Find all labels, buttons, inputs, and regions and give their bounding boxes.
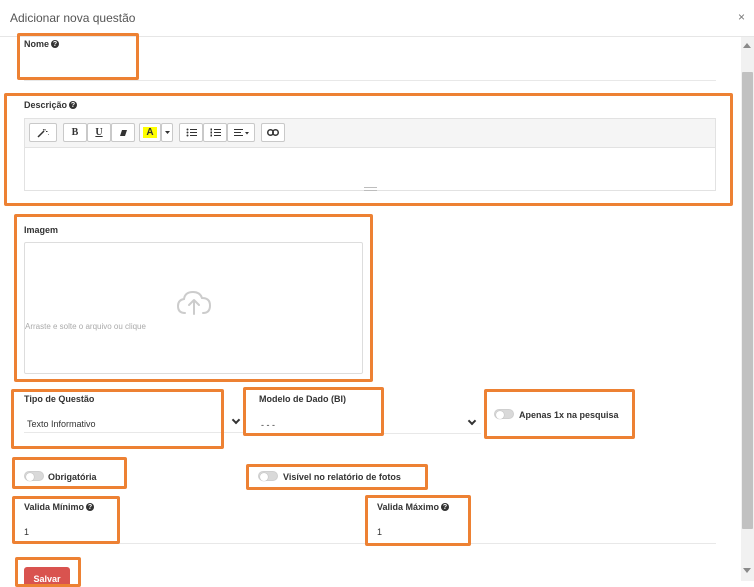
help-icon: ? xyxy=(69,101,78,109)
help-icon: ? xyxy=(51,40,60,48)
imagem-label: Imagem xyxy=(24,225,59,235)
editor-toolbar: B U A xyxy=(25,119,715,148)
highlight-color-button[interactable]: A xyxy=(139,123,161,142)
chevron-down-icon[interactable] xyxy=(231,415,241,425)
valida-maximo-input[interactable]: 1 xyxy=(377,527,382,537)
cloud-upload-icon xyxy=(176,289,212,320)
tipo-questao-select[interactable]: Texto Informativo xyxy=(27,419,96,429)
link-icon[interactable] xyxy=(261,123,285,142)
modal-header: Adicionar nova questão × xyxy=(0,0,754,37)
valida-minimo-label: Valida Mínimo ? xyxy=(24,502,95,512)
modelo-dado-label: Modelo de Dado (BI) xyxy=(259,394,346,404)
dropzone-text: Arraste e solte o arquivo ou clique xyxy=(25,322,146,331)
scroll-down-arrow-icon[interactable] xyxy=(743,568,751,573)
eraser-icon[interactable] xyxy=(111,123,135,142)
highlight-swatch: A xyxy=(143,127,157,138)
modal-title: Adicionar nova questão xyxy=(10,11,136,25)
help-icon: ? xyxy=(86,503,95,511)
nome-label: Nome ? xyxy=(24,39,60,49)
underline-button[interactable]: U xyxy=(87,123,111,142)
unordered-list-icon[interactable] xyxy=(179,123,203,142)
image-dropzone[interactable]: Arraste e solte o arquivo ou clique xyxy=(24,242,363,374)
close-icon[interactable]: × xyxy=(738,10,745,24)
tipo-questao-label: Tipo de Questão xyxy=(24,394,95,404)
visivel-relatorio-label: Visível no relatório de fotos xyxy=(283,472,401,482)
descricao-label: Descrição ? xyxy=(24,100,78,110)
chevron-down-icon[interactable] xyxy=(467,416,477,426)
visivel-relatorio-toggle[interactable] xyxy=(258,471,278,481)
color-dropdown-caret-icon[interactable] xyxy=(161,123,173,142)
editor-resize-handle[interactable] xyxy=(364,187,377,191)
modelo-dado-select[interactable]: - - - xyxy=(261,420,275,430)
apenas-1x-label: Apenas 1x na pesquisa xyxy=(519,410,619,420)
modelo-dado-underline xyxy=(259,433,481,434)
magic-wand-icon[interactable] xyxy=(29,123,57,142)
paragraph-align-icon[interactable] xyxy=(227,123,255,142)
ordered-list-icon[interactable] xyxy=(203,123,227,142)
tipo-questao-underline xyxy=(24,432,246,433)
valida-maximo-label: Valida Máximo ? xyxy=(377,502,450,512)
bold-button[interactable]: B xyxy=(63,123,87,142)
valida-minimo-input[interactable]: 1 xyxy=(24,527,29,537)
scroll-up-arrow-icon[interactable] xyxy=(743,43,751,48)
description-editor[interactable]: B U A xyxy=(24,118,716,191)
save-button[interactable]: Salvar xyxy=(24,567,70,587)
help-icon: ? xyxy=(441,503,450,511)
scrollbar-thumb[interactable] xyxy=(742,72,753,529)
obrigatoria-label: Obrigatória xyxy=(48,472,97,482)
apenas-1x-toggle[interactable] xyxy=(494,409,514,419)
nome-input[interactable] xyxy=(24,80,716,81)
valida-underline xyxy=(24,543,716,544)
obrigatoria-toggle[interactable] xyxy=(24,471,44,481)
